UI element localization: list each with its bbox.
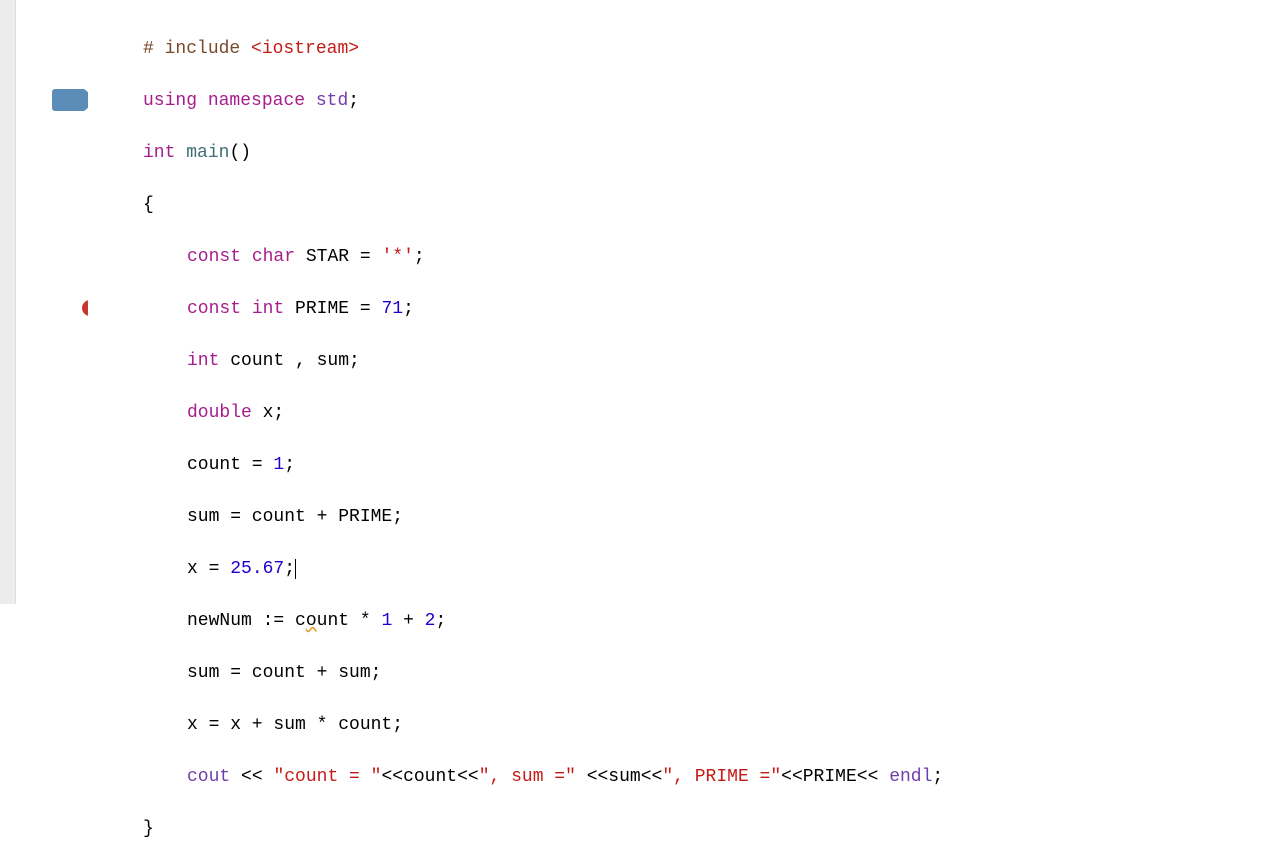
identifier: STAR = [306, 247, 382, 267]
keyword: using [143, 91, 197, 111]
code-line: count = 1; [143, 452, 1266, 478]
code-line: const char STAR = '*'; [143, 244, 1266, 270]
code-line: { [143, 192, 1266, 218]
code-line: int count , sum; [143, 348, 1266, 374]
code-line: double x; [143, 400, 1266, 426]
current-line-marker[interactable] [16, 88, 88, 112]
string-literal: ", PRIME =" [662, 767, 781, 787]
code-line: } [143, 816, 1266, 842]
code-editor[interactable]: # include <iostream> using namespace std… [88, 0, 1266, 604]
identifier: unt * [317, 611, 382, 631]
string-literal: ", sum =" [479, 767, 576, 787]
function-name: main [186, 143, 229, 163]
text-cursor [295, 559, 296, 579]
code-line: cout << "count = "<<count<<", sum =" <<s… [143, 764, 1266, 790]
code-line: sum = count + PRIME; [143, 504, 1266, 530]
identifier: PRIME = [295, 299, 381, 319]
number-literal: 1 [381, 611, 392, 631]
keyword: char [252, 247, 295, 267]
identifier: x = [187, 559, 230, 579]
keyword: const [187, 247, 241, 267]
identifier: count , sum; [230, 351, 360, 371]
include-path: <iostream> [251, 39, 359, 59]
identifier: cout [187, 767, 230, 787]
identifier: x; [263, 403, 285, 423]
string-literal: "count = " [273, 767, 381, 787]
warning-underline: o [306, 611, 317, 631]
number-literal: 25.67 [230, 559, 284, 579]
keyword: int [187, 351, 219, 371]
code-line: # include <iostream> [143, 36, 1266, 62]
identifier: count = [187, 455, 273, 475]
code-line: x = x + sum * count; [143, 712, 1266, 738]
code-line: sum = count + sum; [143, 660, 1266, 686]
brace: { [143, 195, 154, 215]
brace: } [143, 819, 154, 839]
identifier: endl [889, 767, 932, 787]
statement: sum = count + sum; [187, 663, 381, 683]
keyword: int [143, 143, 175, 163]
identifier: newNum := c [187, 611, 306, 631]
arrow-body [52, 89, 84, 111]
char-literal: '*' [381, 247, 413, 267]
statement: x = x + sum * count; [187, 715, 403, 735]
left-margin-stripe [0, 0, 16, 604]
code-line: using namespace std; [143, 88, 1266, 114]
preprocessor-token: # [143, 39, 165, 59]
preprocessor-token: include [165, 39, 251, 59]
number-literal: 2 [425, 611, 436, 631]
number-literal: 71 [381, 299, 403, 319]
code-line: const int PRIME = 71; [143, 296, 1266, 322]
keyword: const [187, 299, 241, 319]
keyword: namespace [208, 91, 305, 111]
keyword: int [252, 299, 284, 319]
number-literal: 1 [273, 455, 284, 475]
statement: sum = count + PRIME; [187, 507, 403, 527]
keyword: double [187, 403, 252, 423]
code-line: x = 25.67; [143, 556, 1266, 582]
code-line: newNum := count * 1 + 2; [143, 608, 1266, 634]
identifier: std [316, 91, 348, 111]
error-line-marker[interactable] [16, 296, 88, 320]
code-line: int main() [143, 140, 1266, 166]
gutter[interactable] [16, 0, 88, 604]
